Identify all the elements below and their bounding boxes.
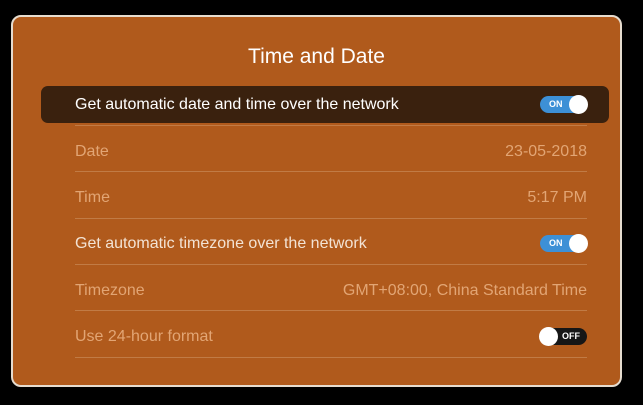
toggle-knob	[569, 234, 588, 253]
time-date-dialog: Time and Date Get automatic date and tim…	[11, 15, 622, 387]
divider	[75, 264, 587, 265]
toggle-state-label: OFF	[562, 331, 580, 341]
timezone-label: Timezone	[75, 282, 145, 299]
auto-date-time-toggle[interactable]: ON	[540, 95, 588, 114]
timezone-value: GMT+08:00, China Standard Time	[342, 282, 587, 299]
divider	[75, 357, 587, 358]
24-hour-format-label: Use 24-hour format	[75, 328, 213, 345]
time-row[interactable]: Time 5:17 PM	[41, 179, 609, 216]
timezone-row[interactable]: Timezone GMT+08:00, China Standard Time	[41, 272, 609, 309]
time-value: 5:17 PM	[527, 189, 587, 206]
auto-date-time-label: Get automatic date and time over the net…	[75, 96, 399, 113]
divider	[75, 125, 587, 126]
date-value: 23-05-2018	[505, 143, 587, 160]
auto-timezone-row[interactable]: Get automatic timezone over the network …	[41, 225, 609, 262]
auto-timezone-toggle[interactable]: ON	[540, 234, 588, 253]
divider	[75, 310, 587, 311]
dialog-title: Time and Date	[248, 45, 385, 68]
toggle-state-label: ON	[549, 238, 563, 248]
divider	[75, 171, 587, 172]
24-hour-format-row[interactable]: Use 24-hour format OFF	[41, 318, 609, 355]
time-label: Time	[75, 189, 110, 206]
toggle-knob	[569, 95, 588, 114]
date-row[interactable]: Date 23-05-2018	[41, 133, 609, 170]
date-label: Date	[75, 143, 109, 160]
divider	[75, 218, 587, 219]
auto-date-time-row[interactable]: Get automatic date and time over the net…	[41, 86, 609, 123]
24-hour-format-toggle[interactable]: OFF	[539, 327, 587, 346]
toggle-state-label: ON	[549, 99, 563, 109]
auto-timezone-label: Get automatic timezone over the network	[75, 235, 367, 252]
toggle-knob	[539, 327, 558, 346]
